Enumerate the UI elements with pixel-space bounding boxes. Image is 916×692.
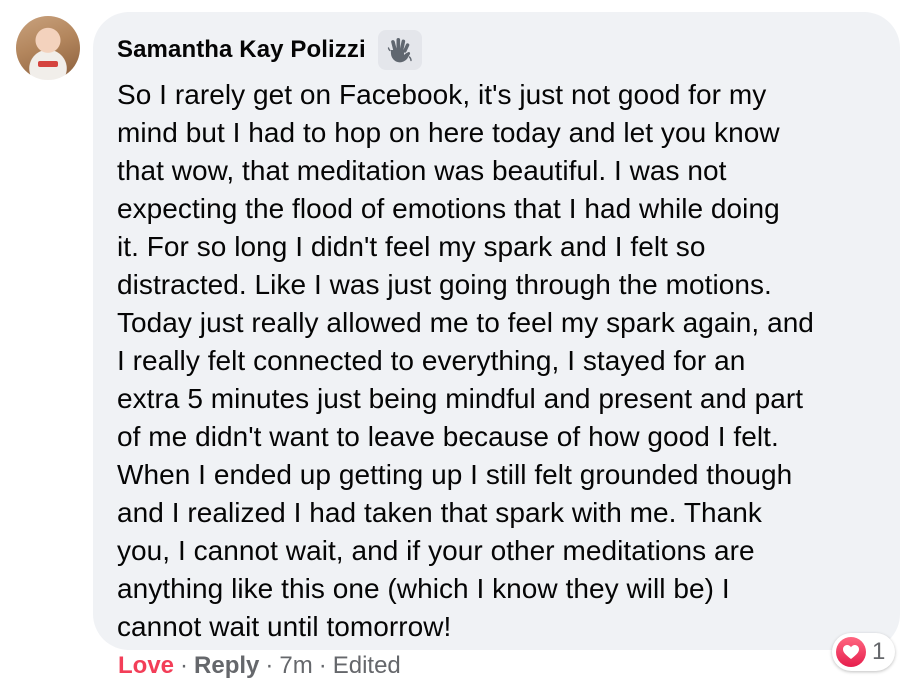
wave-hand-icon-graphic [387,38,412,63]
comment-page: Samantha Kay Polizzi So I rarely get on … [0,0,916,692]
reaction-count: 1 [872,638,886,665]
comment-actions: Love · Reply · 7m · Edited [118,652,401,680]
wave-hand-icon[interactable] [377,30,422,70]
edited-label[interactable]: Edited [333,652,401,680]
reaction-summary[interactable]: 1 [832,633,896,671]
comment-header: Samantha Kay Polizzi [117,30,878,70]
comment-bubble: Samantha Kay Polizzi So I rarely get on … [93,12,900,650]
separator: · [265,652,274,679]
separator: · [180,652,189,679]
love-button[interactable]: Love [118,652,174,680]
avatar[interactable] [16,16,80,80]
reply-button[interactable]: Reply [194,652,259,680]
heart-icon [836,637,866,667]
timestamp[interactable]: 7m [279,652,312,680]
author-name[interactable]: Samantha Kay Polizzi [117,36,366,64]
avatar-shirt-detail [38,61,58,67]
separator: · [318,652,327,679]
heart-icon-graphic [843,645,859,659]
comment-body: So I rarely get on Facebook, it's just n… [117,79,814,642]
